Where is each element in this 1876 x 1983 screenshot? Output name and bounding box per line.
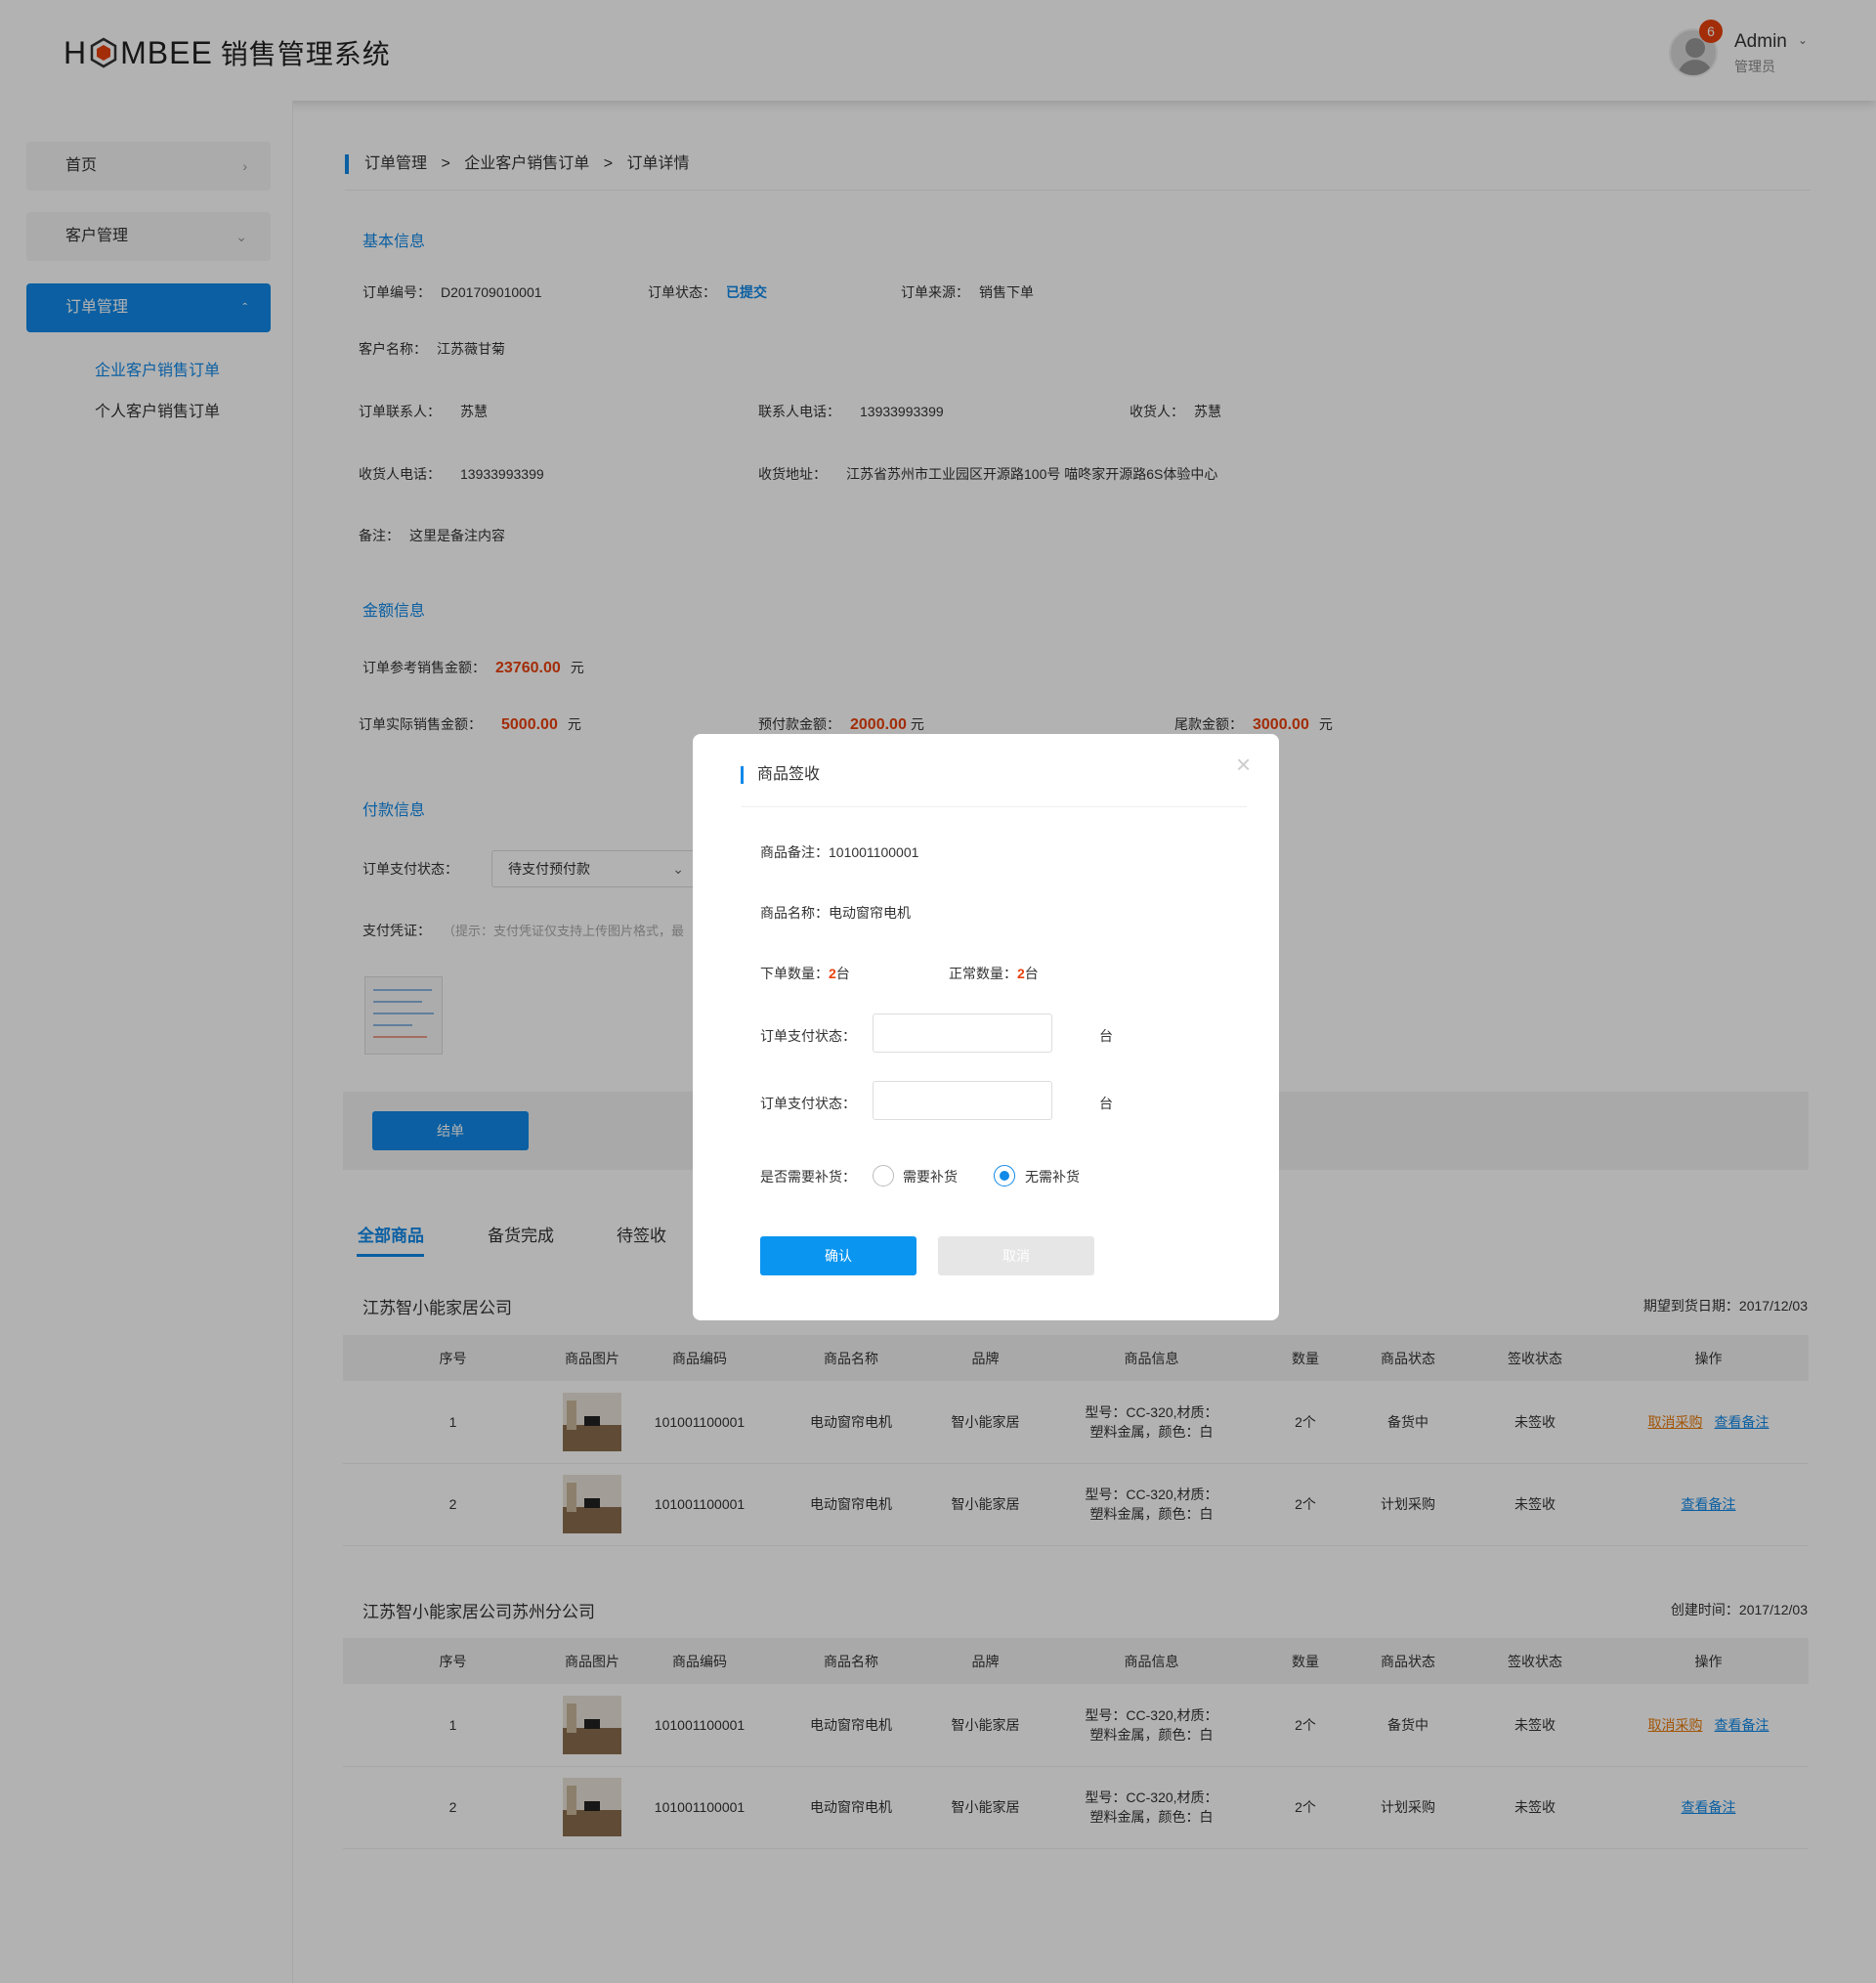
product-remark-field: 商品备注：101001100001	[760, 844, 919, 860]
quantity-input-2[interactable]	[873, 1081, 1052, 1120]
field2-label: 订单支付状态：	[760, 1096, 856, 1111]
quantity-input-1[interactable]	[873, 1013, 1052, 1053]
confirm-button[interactable]: 确认	[760, 1236, 917, 1275]
unit-label: 台	[1099, 1028, 1113, 1044]
divider	[741, 806, 1247, 807]
field1-label: 订单支付状态：	[760, 1028, 856, 1044]
dialog-title: 商品签收	[741, 766, 820, 784]
cancel-button[interactable]: 取消	[938, 1236, 1094, 1275]
order-qty-field: 下单数量：2台	[760, 966, 850, 981]
radio-label-need[interactable]: 需要补货	[903, 1167, 958, 1186]
radio-label-no[interactable]: 无需补货	[1025, 1167, 1080, 1186]
unit-label: 台	[1099, 1096, 1113, 1111]
normal-qty-field: 正常数量：2台	[949, 966, 1039, 981]
product-name-field: 商品名称：电动窗帘电机	[760, 905, 911, 921]
radio-need-restock[interactable]	[873, 1165, 894, 1186]
radio-no-restock[interactable]	[994, 1165, 1015, 1186]
close-icon[interactable]: ×	[1236, 752, 1251, 777]
restock-label: 是否需要补货：	[760, 1169, 856, 1185]
sign-receipt-dialog: 商品签收 × 商品备注：101001100001 商品名称：电动窗帘电机 下单数…	[693, 734, 1279, 1320]
